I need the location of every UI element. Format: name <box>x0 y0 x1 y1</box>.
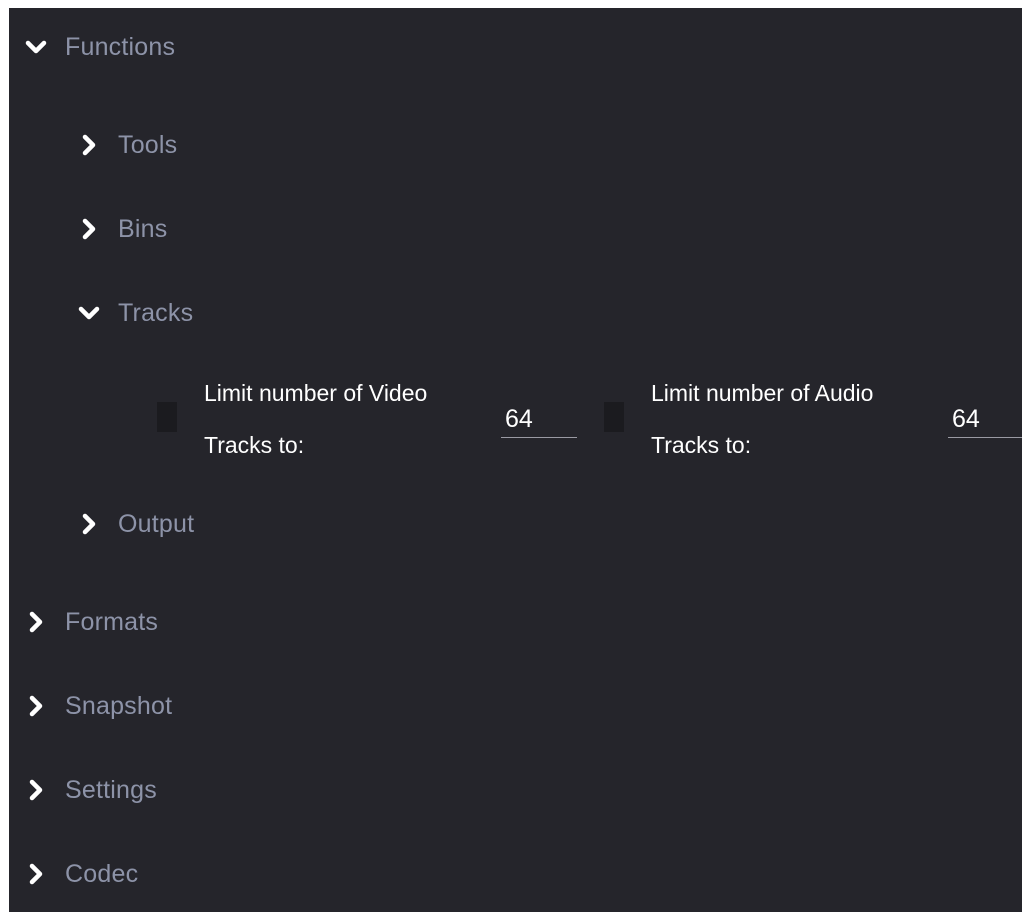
chevron-right-icon <box>25 611 47 633</box>
tree-item-bins[interactable]: Bins <box>78 209 167 249</box>
chevron-right-icon <box>78 513 100 535</box>
video-tracks-limit-input[interactable] <box>501 402 577 438</box>
tree-item-codec[interactable]: Codec <box>25 854 138 894</box>
tree-item-label: Tools <box>118 130 178 159</box>
chevron-right-icon <box>78 134 100 156</box>
chevron-down-icon <box>78 302 100 324</box>
chevron-right-icon <box>78 218 100 240</box>
chevron-right-icon <box>25 779 47 801</box>
tree-item-functions[interactable]: Functions <box>25 27 175 67</box>
limit-video-tracks-checkbox[interactable] <box>157 402 177 432</box>
tree-item-tools[interactable]: Tools <box>78 125 177 165</box>
chevron-right-icon <box>25 863 47 885</box>
tree-item-label: Bins <box>118 214 168 243</box>
audio-tracks-limit-input[interactable] <box>948 402 1022 438</box>
tree-item-label: Tracks <box>118 298 194 327</box>
chevron-right-icon <box>25 695 47 717</box>
tree-item-label: Formats <box>65 607 159 636</box>
tree-item-label: Settings <box>65 775 157 804</box>
tree-item-label: Functions <box>65 32 176 61</box>
tree-item-settings[interactable]: Settings <box>25 770 157 810</box>
limit-video-tracks-label-line2: Tracks to: <box>204 432 305 458</box>
tree-item-label: Output <box>118 509 195 538</box>
preferences-panel: Functions Tools Bins Tracks Limit number… <box>9 8 1022 912</box>
limit-audio-tracks-label-line1: Limit number of Audio <box>651 380 874 406</box>
tree-item-tracks[interactable]: Tracks <box>78 293 193 333</box>
tree-item-formats[interactable]: Formats <box>25 602 158 642</box>
tree-item-snapshot[interactable]: Snapshot <box>25 686 172 726</box>
limit-audio-tracks-label-line2: Tracks to: <box>651 432 752 458</box>
limit-audio-tracks-checkbox[interactable] <box>604 402 624 432</box>
limit-video-tracks-label-line1: Limit number of Video <box>204 380 428 406</box>
tree-item-label: Codec <box>65 859 139 888</box>
tree-item-label: Snapshot <box>65 691 173 720</box>
tree-item-output[interactable]: Output <box>78 504 194 544</box>
chevron-down-icon <box>25 36 47 58</box>
